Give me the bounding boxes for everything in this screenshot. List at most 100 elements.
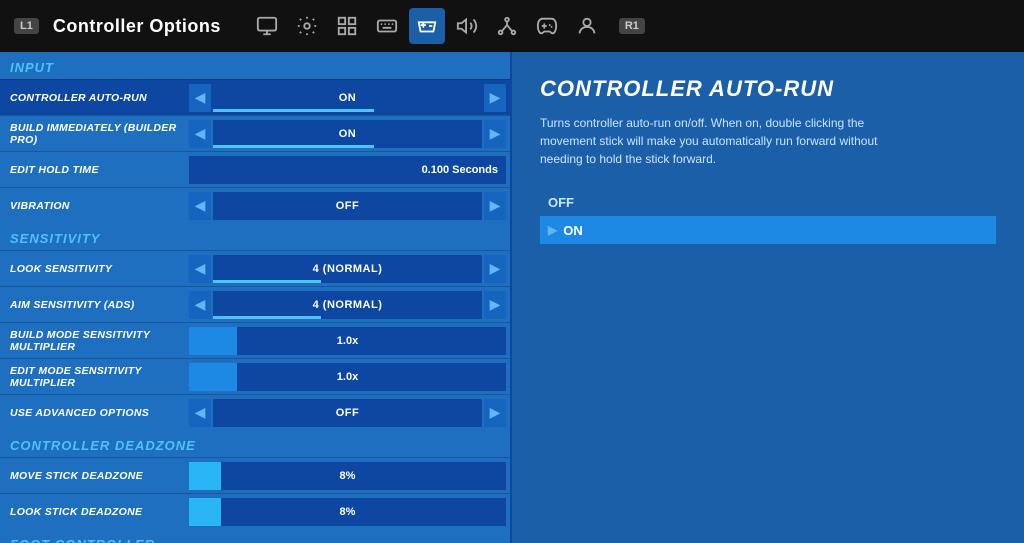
- section-header-controller-deadzone: CONTROLLER DEADZONE: [0, 430, 510, 457]
- simple-bar-edit-mode-multi[interactable]: 1.0x: [189, 363, 506, 391]
- value-text-build-immediately: ON: [339, 128, 357, 140]
- r1-badge[interactable]: R1: [619, 18, 645, 34]
- setting-row-build-immediately[interactable]: BUILD IMMEDIATELY (BUILDER PRO)◀ ON ▶: [0, 115, 510, 151]
- detail-option-on[interactable]: ▶ ON: [540, 216, 996, 244]
- deadzone-fill-look-stick-deadzone: [189, 498, 221, 526]
- arrow-left-aim-sensitivity[interactable]: ◀: [189, 291, 211, 319]
- setting-control-edit-hold-time: 0.100 Seconds: [189, 156, 506, 184]
- monitor-icon[interactable]: [249, 8, 285, 44]
- setting-row-vibration[interactable]: VIBRATION◀ OFF ▶: [0, 187, 510, 223]
- arrow-left-advanced-options[interactable]: ◀: [189, 399, 211, 427]
- setting-control-vibration: ◀ OFF ▶: [189, 192, 506, 220]
- setting-control-build-immediately: ◀ ON ▶: [189, 120, 506, 148]
- simple-bar-text-build-mode-multi: 1.0x: [337, 335, 358, 347]
- setting-control-edit-mode-multi: 1.0x: [189, 363, 506, 391]
- setting-label-aim-sensitivity: AIM SENSITIVITY (ADS): [4, 299, 189, 311]
- setting-row-build-mode-multi[interactable]: BUILD MODE SENSITIVITY MULTIPLIER 1.0x: [0, 322, 510, 358]
- simple-bar-build-mode-multi[interactable]: 1.0x: [189, 327, 506, 355]
- main-layout: INPUTCONTROLLER AUTO-RUN◀ON▶BUILD IMMEDI…: [0, 52, 1024, 543]
- value-text-aim-sensitivity: 4 (NORMAL): [313, 299, 383, 311]
- section-header-foot-controller: FOOT CONTROLLER: [0, 529, 510, 543]
- simple-bar-text-edit-mode-multi: 1.0x: [337, 371, 358, 383]
- setting-label-build-immediately: BUILD IMMEDIATELY (BUILDER PRO): [4, 122, 189, 146]
- gear-icon[interactable]: [289, 8, 325, 44]
- detail-title: CONTROLLER AUTO-RUN: [540, 76, 996, 102]
- detail-option-label-off: OFF: [548, 195, 574, 210]
- deadzone-text-look-stick-deadzone: 8%: [340, 506, 356, 518]
- arrow-right-aim-sensitivity[interactable]: ▶: [484, 291, 506, 319]
- gamepad-icon[interactable]: [529, 8, 565, 44]
- user-icon[interactable]: [569, 8, 605, 44]
- controller-icon[interactable]: [409, 8, 445, 44]
- arrow-right-vibration[interactable]: ▶: [484, 192, 506, 220]
- simple-bar-fill-build-mode-multi: [189, 327, 237, 355]
- deadzone-bar-move-stick-deadzone[interactable]: 8%: [189, 462, 506, 490]
- setting-row-look-sensitivity[interactable]: LOOK SENSITIVITY◀ 4 (NORMAL) ▶: [0, 250, 510, 286]
- detail-option-off[interactable]: OFF: [540, 188, 996, 216]
- setting-label-advanced-options: USE ADVANCED OPTIONS: [4, 407, 189, 419]
- detail-option-list: OFF ▶ ON: [540, 188, 996, 244]
- left-panel: INPUTCONTROLLER AUTO-RUN◀ON▶BUILD IMMEDI…: [0, 52, 510, 543]
- text-input-edit-hold-time[interactable]: 0.100 Seconds: [189, 156, 506, 184]
- setting-row-edit-mode-multi[interactable]: EDIT MODE SENSITIVITY MULTIPLIER 1.0x: [0, 358, 510, 394]
- window-title: Controller Options: [53, 16, 221, 37]
- deadzone-fill-move-stick-deadzone: [189, 462, 221, 490]
- slider-bar-look-sensitivity: [213, 280, 321, 283]
- value-box-build-immediately: ON: [213, 120, 482, 148]
- value-box-controller-auto-run: ON: [213, 84, 482, 112]
- setting-control-advanced-options: ◀ OFF ▶: [189, 399, 506, 427]
- arrow-right-advanced-options[interactable]: ▶: [484, 399, 506, 427]
- deadzone-text-move-stick-deadzone: 8%: [340, 470, 356, 482]
- slider-bar-aim-sensitivity: [213, 316, 321, 319]
- setting-label-look-sensitivity: LOOK SENSITIVITY: [4, 263, 189, 275]
- setting-control-controller-auto-run: ◀ ON ▶: [189, 84, 506, 112]
- setting-label-vibration: VIBRATION: [4, 200, 189, 212]
- arrow-right-controller-auto-run[interactable]: ▶: [484, 84, 506, 112]
- slider-bar-build-immediately: [213, 145, 374, 148]
- setting-label-controller-auto-run: CONTROLLER AUTO-RUN: [4, 92, 189, 104]
- value-box-look-sensitivity: 4 (NORMAL): [213, 255, 482, 283]
- deadzone-bar-look-stick-deadzone[interactable]: 8%: [189, 498, 506, 526]
- network-icon[interactable]: [489, 8, 525, 44]
- setting-row-look-stick-deadzone[interactable]: LOOK STICK DEADZONE 8%: [0, 493, 510, 529]
- setting-label-move-stick-deadzone: MOVE STICK DEADZONE: [4, 470, 189, 482]
- section-header-sensitivity: SENSITIVITY: [0, 223, 510, 250]
- arrow-left-build-immediately[interactable]: ◀: [189, 120, 211, 148]
- slider-bar-controller-auto-run: [213, 109, 374, 112]
- value-text-look-sensitivity: 4 (NORMAL): [313, 263, 383, 275]
- value-box-advanced-options: OFF: [213, 399, 482, 427]
- setting-row-advanced-options[interactable]: USE ADVANCED OPTIONS◀ OFF ▶: [0, 394, 510, 430]
- arrow-right-build-immediately[interactable]: ▶: [484, 120, 506, 148]
- arrow-left-vibration[interactable]: ◀: [189, 192, 211, 220]
- value-box-vibration: OFF: [213, 192, 482, 220]
- setting-row-edit-hold-time[interactable]: EDIT HOLD TIME 0.100 Seconds: [0, 151, 510, 187]
- setting-label-edit-hold-time: EDIT HOLD TIME: [4, 164, 189, 176]
- selected-arrow-icon: ▶: [548, 223, 557, 237]
- right-panel: CONTROLLER AUTO-RUN Turns controller aut…: [512, 52, 1024, 543]
- arrow-left-look-sensitivity[interactable]: ◀: [189, 255, 211, 283]
- setting-label-look-stick-deadzone: LOOK STICK DEADZONE: [4, 506, 189, 518]
- speaker-icon[interactable]: [449, 8, 485, 44]
- setting-row-controller-auto-run[interactable]: CONTROLLER AUTO-RUN◀ ON ▶: [0, 79, 510, 115]
- top-bar: L1 Controller Options R1: [0, 0, 1024, 52]
- value-text-vibration: OFF: [336, 200, 360, 212]
- value-text-advanced-options: OFF: [336, 407, 360, 419]
- value-text-controller-auto-run: ON: [339, 92, 357, 104]
- setting-control-build-mode-multi: 1.0x: [189, 327, 506, 355]
- setting-control-aim-sensitivity: ◀ 4 (NORMAL) ▶: [189, 291, 506, 319]
- section-header-input: INPUT: [0, 52, 510, 79]
- setting-row-aim-sensitivity[interactable]: AIM SENSITIVITY (ADS)◀ 4 (NORMAL) ▶: [0, 286, 510, 322]
- detail-description: Turns controller auto-run on/off. When o…: [540, 114, 920, 168]
- detail-option-label-on: ON: [563, 223, 583, 238]
- arrow-right-look-sensitivity[interactable]: ▶: [484, 255, 506, 283]
- keyboard-icon[interactable]: [369, 8, 405, 44]
- text-value-edit-hold-time: 0.100 Seconds: [422, 164, 498, 176]
- nav-icons: [249, 8, 605, 44]
- arrow-left-controller-auto-run[interactable]: ◀: [189, 84, 211, 112]
- grid-icon[interactable]: [329, 8, 365, 44]
- setting-label-build-mode-multi: BUILD MODE SENSITIVITY MULTIPLIER: [4, 329, 189, 353]
- l1-badge[interactable]: L1: [14, 18, 39, 34]
- setting-control-look-stick-deadzone: 8%: [189, 498, 506, 526]
- setting-label-edit-mode-multi: EDIT MODE SENSITIVITY MULTIPLIER: [4, 365, 189, 389]
- setting-row-move-stick-deadzone[interactable]: MOVE STICK DEADZONE 8%: [0, 457, 510, 493]
